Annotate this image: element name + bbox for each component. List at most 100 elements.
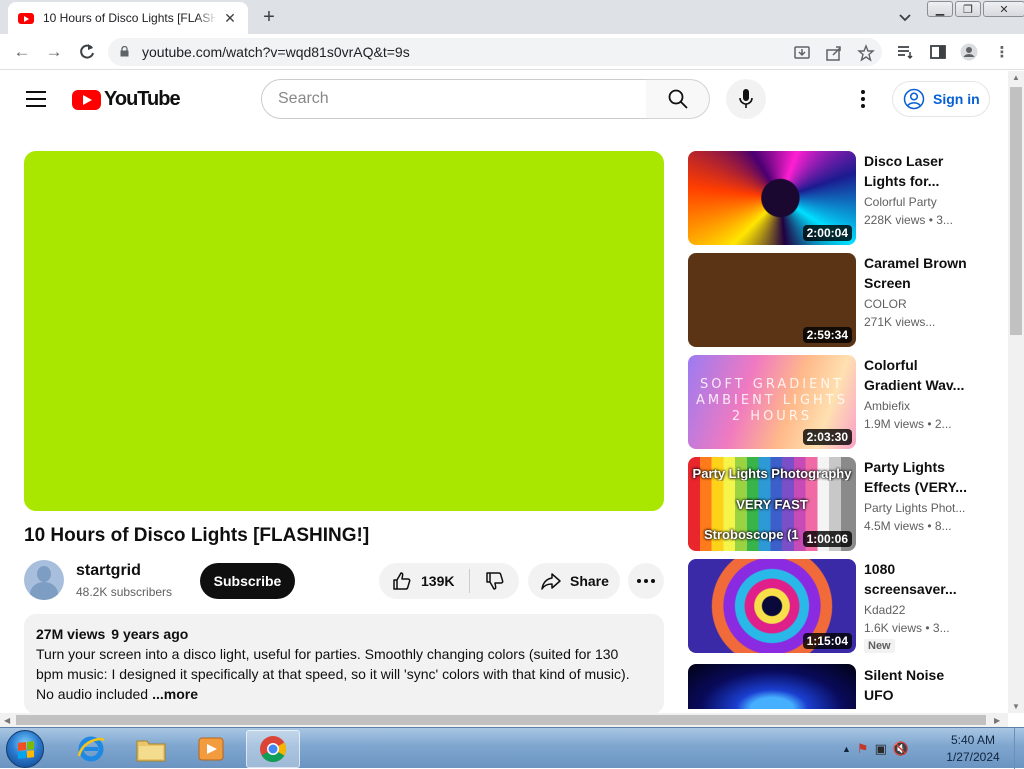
recommended-video[interactable]: Silent Noise UFO [688,664,988,712]
share-label: Share [570,573,609,589]
tab-close-icon[interactable]: ✕ [222,10,238,27]
video-thumbnail[interactable]: Party Lights Photography VERY FAST Strob… [688,457,856,551]
like-count: 139K [421,573,455,589]
show-hidden-icons-icon[interactable]: ▲ [842,744,851,754]
chrome-taskbar-icon[interactable] [246,730,300,768]
share-button[interactable]: Share [528,563,620,599]
recommended-title[interactable]: Colorful Gradient Wav... [864,355,972,395]
restore-icon[interactable]: ❐ [955,1,981,17]
recommended-video[interactable]: SOFT GRADIENT AMBIENT LIGHTS 2 HOURS 2:0… [688,355,988,449]
video-thumbnail[interactable] [688,664,856,709]
recommended-video[interactable]: 1:15:04 1080 screensaver... Kdad22 1.6K … [688,559,988,653]
recommended-title[interactable]: Party Lights Effects (VERY... [864,457,972,497]
scroll-left-arrow-icon[interactable]: ◀ [4,716,10,725]
logo-text: YouTube [104,88,181,110]
recommended-title[interactable]: Caramel Brown Screen [864,253,972,293]
browser-tab[interactable]: 10 Hours of Disco Lights [FLASHING!] ✕ [8,2,248,34]
description-box[interactable]: 27M views 9 years ago Turn your screen in… [24,614,664,714]
recommended-video[interactable]: Party Lights Photography VERY FAST Strob… [688,457,988,551]
video-thumbnail[interactable]: 2:59:34 [688,253,856,347]
show-desktop-button[interactable] [1014,728,1024,769]
vertical-scrollbar[interactable]: ▲ ▼ [1008,71,1024,713]
channel-avatar[interactable] [24,560,64,600]
chrome-menu-icon[interactable]: ⋮ [992,42,1012,62]
recommended-channel[interactable]: COLOR [864,297,974,311]
recommended-title[interactable]: Disco Laser Lights for... [864,151,972,191]
address-bar[interactable]: youtube.com/watch?v=wqd81s0vrAQ&t=9s [108,38,882,66]
minimize-icon[interactable]: ▁ [927,1,953,17]
bookmark-star-icon[interactable] [857,44,875,62]
back-icon[interactable]: ← [12,42,32,62]
youtube-logo[interactable]: YouTube [72,88,181,111]
video-title: 10 Hours of Disco Lights [FLASHING!] [24,525,370,546]
start-button[interactable] [6,730,44,768]
search-button[interactable] [646,79,710,119]
horizontal-scroll-thumb[interactable] [16,715,986,725]
side-panel-icon[interactable] [929,43,947,61]
voice-search-button[interactable] [726,79,766,119]
recommended-channel[interactable]: Kdad22 [864,603,974,617]
clock-date: 1/27/2024 [946,750,1000,764]
description-meta: 27M views 9 years ago [36,626,652,642]
dislike-button[interactable] [471,563,519,599]
video-thumbnail[interactable]: 2:00:04 [688,151,856,245]
recommended-meta: 271K views... [864,315,936,329]
horizontal-scrollbar[interactable]: ◀ ▶ [0,713,1008,727]
sign-in-button[interactable]: Sign in [892,81,990,117]
recommended-title[interactable]: Silent Noise UFO [864,665,972,705]
media-player-icon[interactable] [184,730,238,768]
new-tab-icon[interactable]: + [258,6,280,29]
show-more-link[interactable]: ...more [152,686,198,702]
view-count: 27M views [36,626,106,642]
video-thumbnail[interactable]: SOFT GRADIENT AMBIENT LIGHTS 2 HOURS 2:0… [688,355,856,449]
youtube-play-logo-icon [72,89,101,110]
url-text: youtube.com/watch?v=wqd81s0vrAQ&t=9s [142,44,410,60]
scroll-up-arrow-icon[interactable]: ▲ [1012,73,1020,82]
vertical-scroll-thumb[interactable] [1010,87,1022,335]
video-player[interactable] [24,151,664,511]
tab-search-chevron-icon[interactable] [896,8,914,26]
scroll-down-arrow-icon[interactable]: ▼ [1012,702,1020,711]
file-explorer-icon[interactable] [124,730,178,768]
subscriber-count: 48.2K subscribers [76,585,173,599]
menu-icon[interactable] [26,91,46,107]
share-page-icon[interactable] [825,44,843,62]
volume-muted-icon[interactable]: 🔇 [893,741,909,757]
recommended-video[interactable]: 2:59:34 Caramel Brown Screen COLOR 271K … [688,253,988,347]
search-placeholder: Search [278,90,329,107]
recommended-channel[interactable]: Colorful Party [864,195,974,209]
forward-icon[interactable]: → [44,42,64,62]
browser-toolbar: ← → youtube.com/watch?v=wqd81s0vrAQ&t=9s [0,34,1024,70]
recommended-channel[interactable]: Ambiefix [864,399,974,413]
window-controls: ▁ ❐ ✕ [927,1,1024,17]
reading-list-icon[interactable] [896,43,914,61]
recommended-title[interactable]: 1080 screensaver... [864,559,972,599]
action-center-flag-icon[interactable]: ⚑ [857,741,869,757]
lock-icon [120,46,129,57]
thumbnail-overlay-text: SOFT GRADIENT AMBIENT LIGHTS 2 HOURS [696,377,848,424]
upload-age: 9 years ago [111,626,189,642]
profile-icon[interactable] [960,43,978,61]
video-thumbnail[interactable]: 1:15:04 [688,559,856,653]
window-close-icon[interactable]: ✕ [983,1,1024,17]
recommended-video[interactable]: 2:00:04 Disco Laser Lights for... Colorf… [688,151,988,245]
like-button[interactable]: 139K [379,563,469,599]
recommended-channel[interactable]: Party Lights Phot... [864,501,974,515]
channel-name[interactable]: startgrid [76,562,141,580]
scroll-right-arrow-icon[interactable]: ▶ [994,716,1000,725]
account-circle-icon [903,88,925,110]
system-clock[interactable]: 5:40 AM 1/27/2024 [938,732,1008,766]
video-duration: 1:00:06 [802,531,852,547]
search-input[interactable]: Search [261,79,647,119]
settings-more-icon[interactable] [852,89,874,109]
recommended-meta: 1.6K views • 3... [864,621,950,635]
more-actions-icon[interactable] [628,563,664,599]
internet-explorer-icon[interactable] [64,730,118,768]
new-badge: New [864,639,895,653]
youtube-header: YouTube Search Sign in [0,71,1008,127]
install-app-icon[interactable] [793,44,811,62]
subscribe-button[interactable]: Subscribe [200,563,295,599]
thumbnail-overlay-mid: VERY FAST [736,497,808,512]
reload-icon[interactable] [77,42,97,62]
network-icon[interactable]: ▣ [875,741,887,757]
